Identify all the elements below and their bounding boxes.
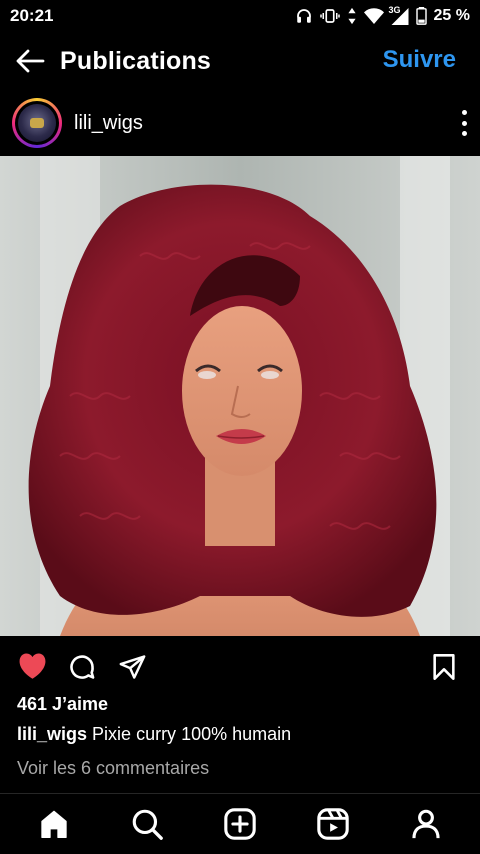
headphones-icon	[296, 9, 311, 23]
arrow-left-icon	[16, 49, 45, 73]
caption-username[interactable]: lili_wigs	[17, 724, 87, 744]
create-icon	[224, 808, 256, 840]
like-count[interactable]: 461 J’aime	[17, 694, 108, 715]
comment-icon[interactable]	[68, 653, 96, 681]
bookmark-icon[interactable]	[432, 653, 456, 681]
more-options-icon[interactable]	[460, 110, 468, 136]
profile-icon	[411, 809, 440, 839]
status-bar: 20:21 3G 25 %	[0, 0, 480, 32]
caption-text: Pixie curry 100% humain	[92, 724, 292, 744]
bottom-nav	[0, 793, 480, 854]
nav-create[interactable]	[216, 800, 264, 848]
nav-search[interactable]	[123, 800, 171, 848]
network-label: 3G	[388, 4, 401, 15]
post-caption: lili_wigs Pixie curry 100% humain	[17, 724, 291, 745]
signal-group: 3G	[388, 4, 409, 25]
post-header: lili_wigs	[0, 92, 480, 154]
avatar[interactable]	[12, 98, 62, 148]
view-comments-link[interactable]: Voir les 6 commentaires	[17, 758, 209, 779]
nav-home[interactable]	[30, 800, 78, 848]
page-title: Publications	[60, 46, 212, 75]
wig-photo	[0, 156, 480, 636]
post-username[interactable]: lili_wigs	[74, 112, 143, 135]
post-actions	[0, 642, 480, 690]
avatar-ring-gap	[15, 101, 59, 145]
wifi-icon	[363, 7, 384, 24]
reels-icon	[317, 808, 349, 840]
avatar-image	[18, 104, 56, 142]
vibrate-icon	[319, 9, 340, 23]
avatar-logo	[30, 118, 44, 128]
share-icon[interactable]	[118, 653, 147, 681]
heart-icon[interactable]	[17, 652, 48, 680]
battery-icon	[415, 7, 427, 25]
back-button[interactable]	[0, 34, 60, 88]
battery-level: 25 %	[433, 7, 470, 24]
search-icon	[132, 809, 164, 840]
status-icons: 3G 25 %	[295, 4, 470, 25]
home-icon	[41, 810, 68, 838]
status-time: 20:21	[10, 6, 54, 25]
nav-profile[interactable]	[402, 800, 450, 848]
post-image[interactable]	[0, 156, 480, 636]
data-arrows-icon	[347, 7, 356, 25]
top-app-bar: Publications Suivre	[0, 34, 480, 88]
follow-button[interactable]: Suivre	[383, 46, 456, 74]
nav-reels[interactable]	[309, 800, 357, 848]
